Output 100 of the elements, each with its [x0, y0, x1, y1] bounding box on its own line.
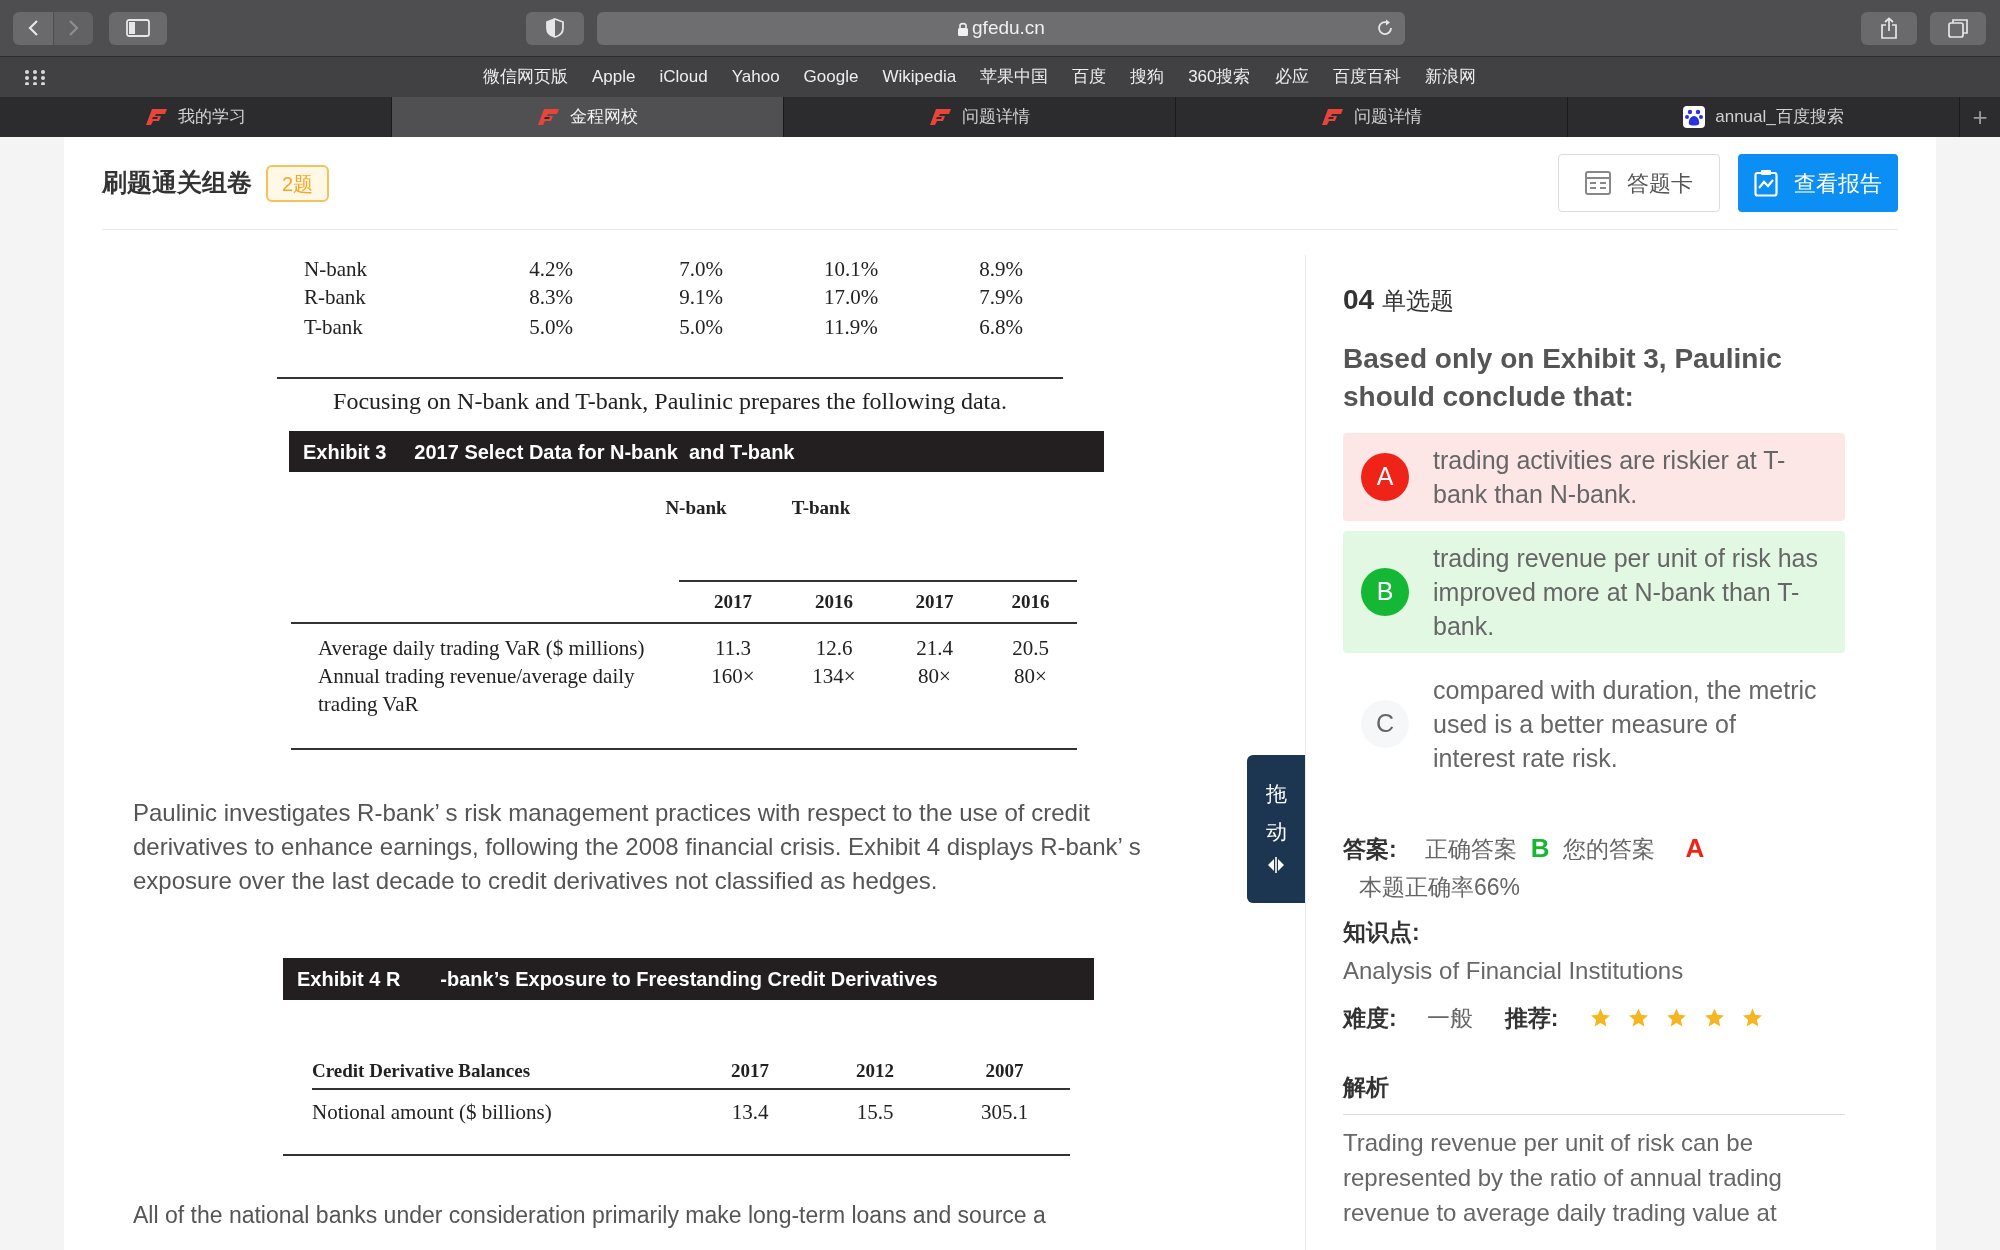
table-cell-text: 7.0%	[678, 256, 724, 283]
bookmark-link[interactable]: Wikipedia	[882, 64, 957, 90]
star-icon	[1628, 1008, 1650, 1029]
table-cell-text: Average daily trading VaR ($ millions)	[317, 635, 646, 662]
table-cell-text: 7.9%	[978, 284, 1024, 311]
correct-answer-label: 正确答案	[1424, 835, 1517, 864]
table-cell-text: 9.1%	[678, 284, 724, 311]
table-cell-text: 80×	[917, 663, 952, 690]
column-header: 2007	[984, 1058, 1025, 1083]
your-answer: A	[1685, 832, 1705, 865]
table-cell-text: 5.0%	[678, 313, 724, 341]
table-cell-text: 6.8%	[978, 313, 1024, 341]
table-cell-text: T-bank	[304, 313, 364, 341]
column-header: Credit Derivative Balances	[312, 1058, 532, 1083]
table-cell-text: 17.0%	[822, 284, 880, 311]
bookmark-link[interactable]: 苹果中国	[980, 64, 1049, 90]
difficulty-label: 难度:	[1343, 1004, 1397, 1033]
apps-grid-icon[interactable]	[24, 69, 46, 85]
bookmark-link[interactable]: 百度百科	[1332, 64, 1401, 90]
tab-title: 金程网校	[569, 106, 638, 129]
answer-label: 答案:	[1343, 835, 1397, 864]
table-cell-text: 20.5	[1011, 635, 1050, 662]
bookmark-link[interactable]: 微信网页版	[483, 64, 568, 90]
option-text: trading revenue per unit of risk has improved more at N-bank than T-bank.	[1433, 543, 1818, 642]
drag-handle[interactable]: 拖动	[1247, 755, 1305, 903]
site-logo-icon	[929, 108, 952, 126]
privacy-button[interactable]	[526, 11, 584, 45]
bookmark-link[interactable]: 新浪网	[1424, 64, 1476, 90]
option-letter: A	[1361, 453, 1409, 501]
address-bar[interactable]: gfedu.cn	[597, 11, 1405, 45]
reload-icon[interactable]	[1376, 18, 1394, 37]
bookmark-link[interactable]: 百度	[1072, 64, 1107, 90]
case-paragraph: Paulinic investigates R-bank’ s risk management practices with respect to the use of credit derivatives to enhance earnings, following the 2008 financial crisis. Exhibit 4 displays R-bank’ s exposure over the last decade to credit derivatives not classified as hedges.	[133, 798, 1142, 896]
option-text: trading activities are riskier at T-bank than N-bank.	[1433, 445, 1787, 510]
table-cell-text: 15.5	[855, 1099, 895, 1127]
bookmark-link[interactable]: 搜狗	[1130, 64, 1165, 90]
clipboard-chart-icon	[1754, 169, 1778, 197]
answer-option[interactable]: A trading activities are riskier at T-bank than N-bank.	[1343, 433, 1845, 521]
bookmark-link[interactable]: Google	[803, 64, 859, 90]
page-title: 刷题通关组卷	[102, 167, 252, 199]
tabs-overview-button[interactable]	[1930, 11, 1986, 45]
your-answer-label: 您的答案	[1563, 835, 1656, 864]
shield-icon	[546, 18, 564, 38]
analysis-text: Trading revenue per unit of risk can be represented by the ratio of annual trading revenue to average daily trading value at	[1343, 1128, 1783, 1228]
star-icon	[1590, 1008, 1612, 1029]
exhibit-label: Exhibit 3	[303, 439, 387, 465]
question-number: 04	[1343, 283, 1375, 317]
exhibit-title: -bank’s Exposure to Freestanding Credit Derivatives	[440, 967, 938, 992]
forward-icon	[67, 19, 80, 37]
table-cell-text: 13.4	[730, 1099, 770, 1127]
table-cell-text: 10.1%	[822, 256, 880, 283]
table-cell-text: N-bank	[304, 256, 368, 283]
table-cell-text: 80×	[1013, 663, 1048, 690]
lock-icon	[957, 20, 970, 36]
table-cell-text: 11.9%	[823, 313, 879, 341]
column-header: 2016	[1010, 589, 1051, 614]
table-cell-text: 12.6	[814, 635, 854, 662]
tab-title: 问题详情	[1353, 106, 1422, 129]
star-icon	[1704, 1008, 1726, 1029]
column-header: 2017	[730, 1058, 770, 1083]
bookmark-link[interactable]: 360搜索	[1188, 64, 1251, 90]
table-cell-text: 5.0%	[528, 313, 574, 341]
share-button[interactable]	[1861, 11, 1917, 45]
new-tab-button[interactable]: +	[1960, 97, 2000, 137]
bookmark-link[interactable]: Apple	[592, 64, 636, 90]
table-cell-text: 8.9%	[978, 256, 1024, 283]
answer-card-button[interactable]: 答题卡	[1558, 154, 1720, 212]
question-text: Based only on Exhibit 3, Paulinic should conclude that:	[1343, 342, 1783, 414]
question-count-badge: 2题	[266, 164, 330, 202]
column-header: 2012	[855, 1058, 895, 1083]
site-logo-icon	[537, 108, 560, 126]
star-icon	[1742, 1008, 1764, 1029]
bookmark-link[interactable]: 必应	[1274, 64, 1309, 90]
knowledge-point: Analysis of Financial Institutions	[1343, 956, 1685, 986]
tab-title: annual_百度搜索	[1715, 106, 1844, 129]
column-header: 2017	[914, 589, 955, 614]
table-cell-text: Notional amount ($ billions)	[312, 1099, 553, 1127]
star-icon	[1666, 1008, 1688, 1029]
sidebar-icon	[126, 19, 150, 37]
browser-tab[interactable]: 金程网校	[392, 97, 784, 137]
column-group-header: N-bank	[664, 495, 728, 520]
back-button[interactable]	[13, 11, 53, 45]
table-cell-text: R-bank	[304, 284, 367, 311]
sidebar-button[interactable]	[109, 11, 167, 45]
table-cell-text: 4.2%	[528, 256, 574, 283]
answer-option[interactable]: B trading revenue per unit of risk has improved more at N-bank than T-bank.	[1343, 531, 1845, 653]
table-cell-text: 21.4	[915, 635, 954, 662]
tab-title: 问题详情	[961, 106, 1030, 129]
exhibit-intro-text: Focusing on N-bank and T-bank, Paulinic prepares the following data.	[332, 387, 1008, 416]
option-text: compared with duration, the metric used is a better measure of interest rate risk.	[1433, 675, 1818, 774]
drag-handle-label: 拖动	[1265, 781, 1287, 845]
bookmark-link[interactable]: iCloud	[659, 64, 708, 90]
grid-list-icon	[1585, 171, 1611, 195]
exhibit-label: Exhibit 4 R	[297, 967, 401, 992]
bookmark-link[interactable]: Yahoo	[731, 64, 780, 90]
table-cell-text: 305.1	[979, 1099, 1030, 1127]
back-icon	[27, 19, 39, 37]
column-header: 2016	[814, 589, 854, 614]
site-logo-icon	[145, 108, 168, 126]
paw-logo-icon	[1683, 106, 1706, 128]
